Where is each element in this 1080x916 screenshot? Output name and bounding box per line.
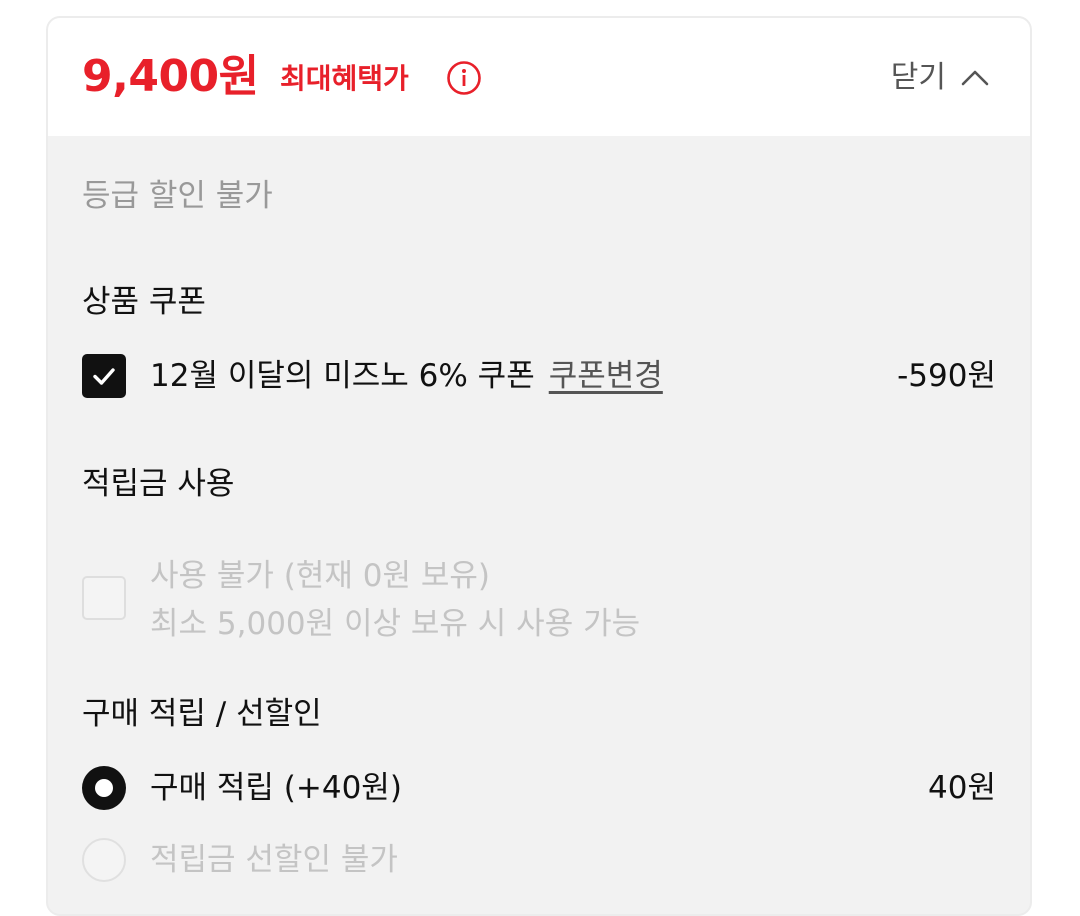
chevron-up-icon xyxy=(961,70,989,86)
max-benefit-price: 9,400원 xyxy=(82,51,259,102)
prediscount-option-row: 적립금 선할인 불가 xyxy=(82,838,996,882)
purchase-reward-label: 구매 적립 (+40원) xyxy=(150,770,402,806)
prediscount-label: 적립금 선할인 불가 xyxy=(150,842,398,878)
product-coupon-title: 상품 쿠폰 xyxy=(82,284,206,320)
points-minimum-text: 최소 5,000원 이상 보유 시 사용 가능 xyxy=(150,606,641,642)
points-unavailable-text: 사용 불가 (현재 0원 보유) xyxy=(150,558,491,594)
coupon-label: 12월 이달의 미즈노 6% 쿠폰 xyxy=(150,358,535,394)
radio-dot xyxy=(95,779,113,797)
close-toggle-button[interactable]: 닫기 xyxy=(891,54,990,102)
coupon-row: 12월 이달의 미즈노 6% 쿠폰 쿠폰변경 -590원 xyxy=(82,354,996,398)
info-circle-icon[interactable] xyxy=(446,60,482,96)
reward-option-row: 구매 적립 (+40원) 40원 xyxy=(82,766,996,810)
check-icon xyxy=(93,368,115,385)
purchase-reward-title: 구매 적립 / 선할인 xyxy=(82,696,322,732)
grade-discount-unavailable: 등급 할인 불가 xyxy=(82,178,273,214)
purchase-reward-radio[interactable] xyxy=(82,766,126,810)
purchase-reward-amount: 40원 xyxy=(928,770,996,806)
points-use-checkbox[interactable] xyxy=(82,576,126,620)
close-label: 닫기 xyxy=(890,60,946,95)
max-benefit-label: 최대혜택가 xyxy=(280,62,409,95)
change-coupon-link[interactable]: 쿠폰변경 xyxy=(549,354,663,398)
coupon-amount: -590원 xyxy=(897,358,996,394)
points-use-title: 적립금 사용 xyxy=(82,466,235,502)
panel-header: 9,400원 최대혜택가 닫기 xyxy=(48,18,1030,136)
benefit-panel: 9,400원 최대혜택가 닫기 등급 할인 불가 상품 쿠폰 12월 이달의 미… xyxy=(46,16,1032,916)
points-use-row: 사용 불가 (현재 0원 보유) 최소 5,000원 이상 보유 시 사용 가능 xyxy=(82,552,640,648)
coupon-checkbox[interactable] xyxy=(82,354,126,398)
points-use-texts: 사용 불가 (현재 0원 보유) 최소 5,000원 이상 보유 시 사용 가능 xyxy=(150,552,640,648)
prediscount-radio[interactable] xyxy=(82,838,126,882)
